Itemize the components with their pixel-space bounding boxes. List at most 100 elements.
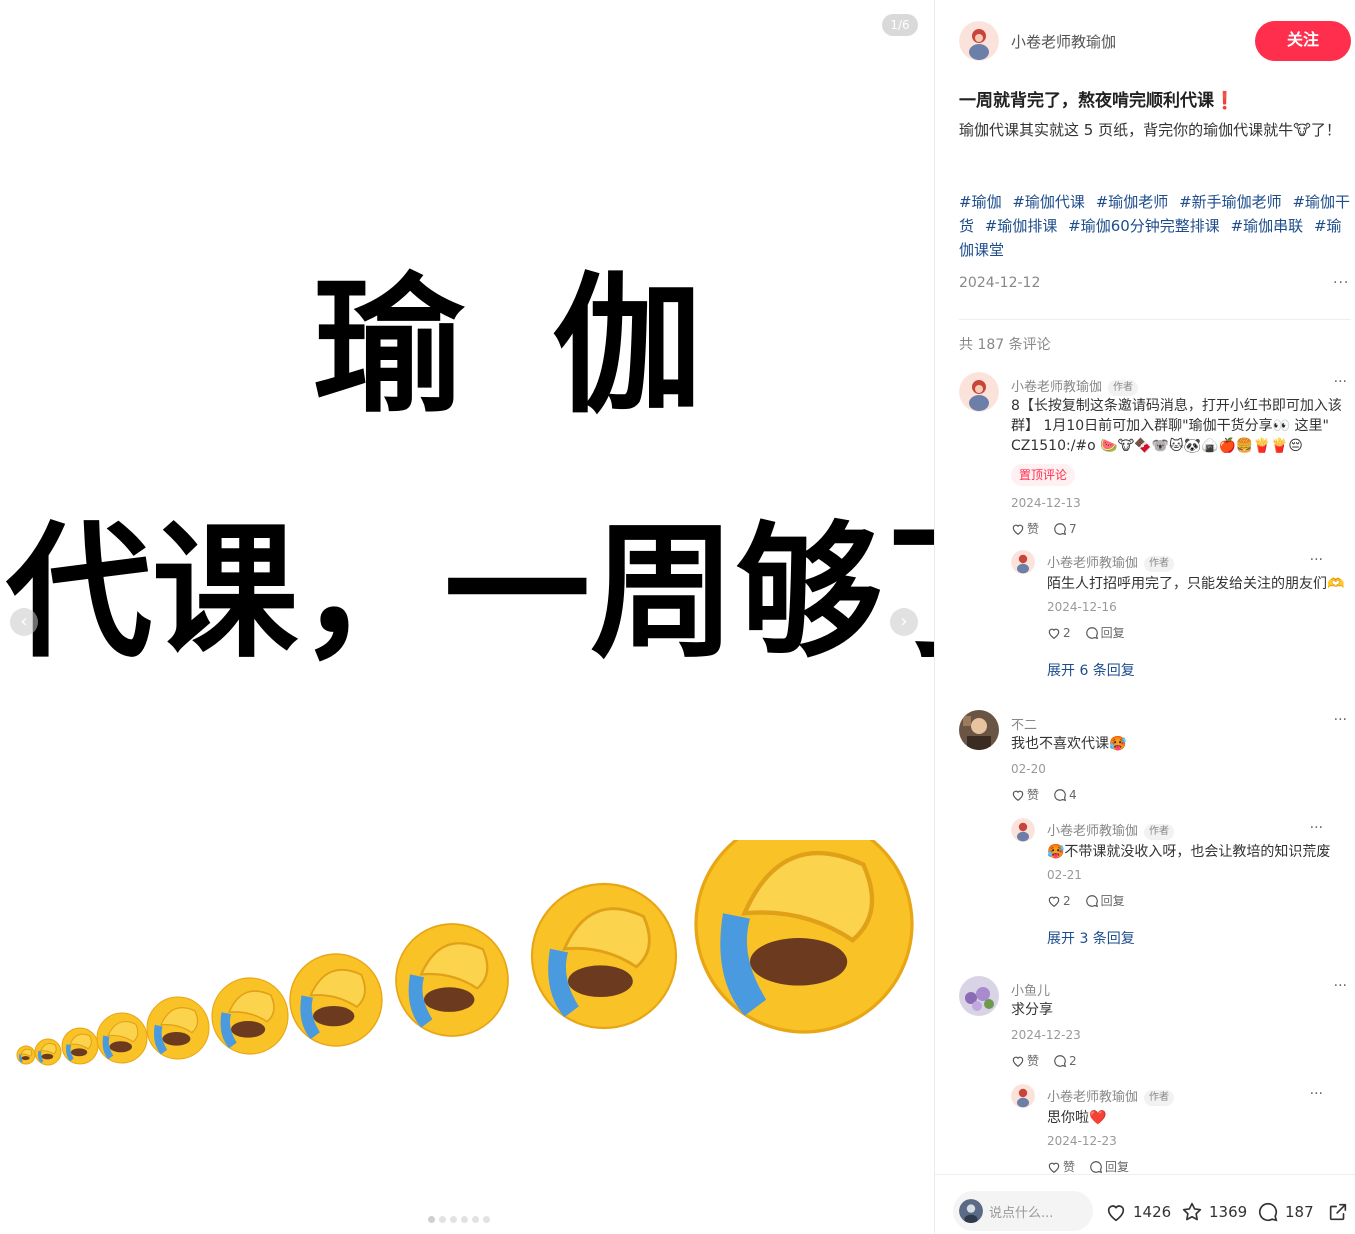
reply-text: 陌生人打招呼用完了，只能发给关注的朋友们🫶 (1047, 576, 1345, 592)
carousel-dot[interactable] (472, 1216, 479, 1223)
more-icon[interactable]: ··· (1334, 712, 1347, 728)
heart-icon (1048, 628, 1060, 639)
reply-button[interactable]: 回复 (1085, 892, 1125, 909)
commenter-avatar[interactable] (959, 710, 999, 750)
like-button[interactable]: 赞 (1011, 1052, 1039, 1069)
like-button[interactable]: 2 (1047, 894, 1071, 908)
carousel-dot[interactable] (461, 1216, 468, 1223)
media-viewer[interactable]: 1/6 瑜 伽 代课，一周够了 ‹ › (0, 0, 934, 1234)
commenter-name[interactable]: 小卷老师教瑜伽 作者 (1011, 376, 1139, 396)
hashtag-link[interactable]: #瑜伽60分钟完整排课 (1068, 217, 1220, 235)
commenter-name[interactable]: 不二 (1011, 714, 1037, 733)
author-badge: 作者 (1144, 1089, 1175, 1106)
author-avatar[interactable] (959, 21, 999, 61)
like-button[interactable]: 赞 (1011, 786, 1039, 803)
expand-replies-link[interactable]: 展开 3 条回复 (1047, 928, 1135, 948)
reply-label: 回复 (1100, 894, 1125, 908)
comment-icon (1054, 522, 1067, 535)
collect-button[interactable]: 1369 (1181, 1201, 1247, 1223)
like-button[interactable]: 赞 (1011, 520, 1039, 537)
facepalm-emoji (530, 882, 678, 1030)
follow-button[interactable]: 关注 (1255, 21, 1351, 61)
hashtag-link[interactable]: #新手瑜伽老师 (1179, 193, 1282, 211)
expand-replies-link[interactable]: 展开 6 条回复 (1047, 660, 1135, 680)
replier-avatar[interactable] (1011, 818, 1035, 842)
author-badge: 作者 (1144, 555, 1175, 572)
facepalm-emoji (146, 996, 210, 1060)
note-scroll-area[interactable]: 一周就背完了，熬夜啃完顺利代课❗ 瑜伽代课其实就这 5 页纸，背完你的瑜伽代课就… (935, 70, 1355, 1174)
reply-button[interactable]: 4 (1053, 788, 1077, 802)
reply-button[interactable]: 回复 (1085, 624, 1125, 641)
author-badge: 作者 (1144, 823, 1175, 840)
like-button[interactable]: 赞 (1047, 1158, 1075, 1174)
reply-actions: 赞 回复 (1047, 1158, 1129, 1174)
replier-avatar[interactable] (1011, 550, 1035, 574)
comment-button[interactable]: 187 (1257, 1201, 1314, 1223)
chevron-right-icon: › (900, 611, 908, 632)
replier-name[interactable]: 小卷老师教瑜伽 作者 (1047, 552, 1175, 572)
comment-date: 2024-12-13 (1011, 496, 1081, 510)
comment-actions: 赞 4 (1011, 786, 1077, 803)
commenter-avatar[interactable] (959, 976, 999, 1016)
reply-button[interactable]: 7 (1053, 522, 1077, 536)
reply-item: 小卷老师教瑜伽 作者 ··· 思你啦❤️ 2024-12-23 赞 回复 (1011, 1084, 1327, 1174)
post-title: 一周就背完了，熬夜啃完顺利代课❗ (959, 86, 1235, 111)
heart-icon (1012, 1056, 1024, 1067)
hashtag-link[interactable]: #瑜伽老师 (1096, 193, 1169, 211)
replier-name[interactable]: 小卷老师教瑜伽 作者 (1047, 1086, 1175, 1106)
comment-total: 187 (1285, 1203, 1314, 1221)
carousel-dot[interactable] (450, 1216, 457, 1223)
replier-name-text: 小卷老师教瑜伽 (1047, 824, 1139, 839)
comment-icon (1054, 1054, 1067, 1067)
share-icon (1329, 1203, 1347, 1221)
hashtag-link[interactable]: #瑜伽 (959, 193, 1002, 211)
reply-button[interactable]: 回复 (1089, 1158, 1129, 1174)
facepalm-emoji (289, 953, 383, 1047)
carousel-dot[interactable] (428, 1216, 435, 1223)
author-name[interactable]: 小卷老师教瑜伽 (1011, 31, 1116, 52)
replier-name[interactable]: 小卷老师教瑜伽 作者 (1047, 820, 1175, 840)
hashtag-link[interactable]: #瑜伽代课 (1012, 193, 1085, 211)
more-icon[interactable]: ··· (1333, 275, 1349, 291)
commenter-avatar[interactable] (959, 372, 999, 412)
commenter-name-text: 小卷老师教瑜伽 (1011, 380, 1103, 395)
more-icon[interactable]: ··· (1310, 820, 1323, 836)
carousel-dot[interactable] (483, 1216, 490, 1223)
hashtag-link[interactable]: #瑜伽排课 (985, 217, 1058, 235)
heart-icon (1048, 896, 1060, 907)
hashtag-link[interactable]: #瑜伽串联 (1231, 217, 1304, 235)
comment-input[interactable]: 说点什么... (953, 1191, 1093, 1231)
exclamation-mark: ❗ (1214, 91, 1236, 111)
facepalm-emoji-sequence (16, 840, 914, 1066)
next-image-button[interactable]: › (890, 608, 918, 636)
author-badge: 作者 (1108, 379, 1139, 396)
reply-date: 2024-12-16 (1047, 600, 1117, 614)
more-icon[interactable]: ··· (1334, 374, 1347, 390)
commenter-name[interactable]: 小鱼儿 (1011, 980, 1050, 999)
carousel-dot[interactable] (439, 1216, 446, 1223)
more-icon[interactable]: ··· (1334, 978, 1347, 994)
replier-avatar[interactable] (1011, 1084, 1035, 1108)
comment-date: 02-20 (1011, 762, 1046, 776)
like-button[interactable]: 1426 (1105, 1201, 1171, 1223)
more-icon[interactable]: ··· (1310, 552, 1323, 568)
share-button[interactable] (1327, 1201, 1349, 1227)
note-detail-panel: 小卷老师教瑜伽 关注 一周就背完了，熬夜啃完顺利代课❗ 瑜伽代课其实就这 5 页… (934, 0, 1355, 1234)
facepalm-emoji (61, 1027, 99, 1065)
reply-label: 回复 (1100, 626, 1125, 640)
comment-icon (1085, 626, 1098, 639)
like-count: 1426 (1133, 1203, 1172, 1221)
more-icon[interactable]: ··· (1310, 1086, 1323, 1102)
reply-actions: 2 回复 (1047, 892, 1125, 909)
comment-count: 共 187 条评论 (959, 337, 1051, 353)
carousel-dots[interactable] (428, 1216, 490, 1223)
facepalm-emoji (694, 840, 914, 1034)
prev-image-button[interactable]: ‹ (10, 608, 38, 636)
post-date: 2024-12-12 (959, 275, 1041, 291)
comment-text: 我也不喜欢代课🥵 (1011, 736, 1127, 752)
comment-actions: 赞 7 (1011, 520, 1077, 537)
reply-button[interactable]: 2 (1053, 1054, 1077, 1068)
facepalm-emoji (34, 1038, 62, 1066)
comment-date: 2024-12-23 (1011, 1028, 1081, 1042)
like-button[interactable]: 2 (1047, 626, 1071, 640)
